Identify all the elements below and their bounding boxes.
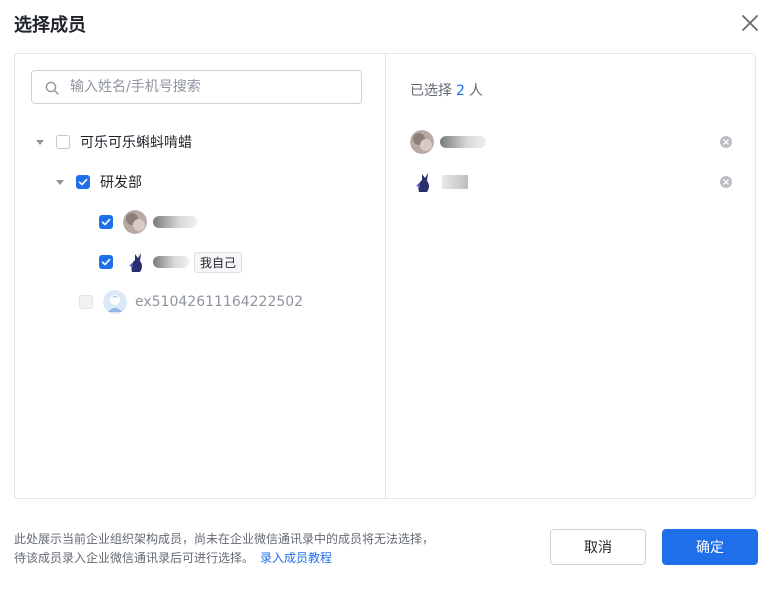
selected-name-redacted [442,175,468,189]
external-member-name: ex51042611164222502 [135,294,304,310]
selected-name-redacted [440,136,486,148]
member-checkbox[interactable] [99,215,113,229]
footer-note-line2: 待该成员录入企业微信通讯录后可进行选择。 [14,551,255,565]
avatar [410,170,434,194]
self-tag: 我自己 [194,251,243,273]
selected-item [410,130,486,154]
tree-row-dept: 研发部 [56,170,142,194]
member-checkbox[interactable] [99,255,113,269]
search-icon [45,81,59,95]
member-checkbox-disabled [79,295,93,309]
panel-divider [385,54,386,499]
avatar [410,130,434,154]
footer-note: 此处展示当前企业组织架构成员，尚未在企业微信通讯录中的成员将无法选择， 待该成员… [14,530,434,568]
footer-note-line1: 此处展示当前企业组织架构成员，尚未在企业微信通讯录中的成员将无法选择， [14,532,435,546]
member-name-redacted [153,216,197,228]
tutorial-link[interactable]: 录入成员教程 [260,551,332,565]
member-row [99,210,197,234]
dialog-title: 选择成员 [14,15,86,36]
confirm-button[interactable]: 确定 [662,529,758,565]
avatar [123,210,147,234]
remove-icon[interactable] [719,174,733,188]
avatar [123,250,147,274]
org-checkbox[interactable] [56,135,70,149]
remove-icon[interactable] [719,134,733,148]
member-row: 我自己 [99,250,243,274]
selected-count: 已选择 2 人 [410,80,483,100]
dept-checkbox[interactable] [76,175,90,189]
member-name-redacted [153,256,189,268]
selected-number: 2 [456,83,465,99]
selected-prefix: 已选择 [410,83,452,99]
selected-item [410,170,468,194]
avatar [103,290,127,314]
caret-down-icon[interactable] [36,139,44,145]
search-box[interactable] [31,70,362,104]
member-row-disabled: ex51042611164222502 [79,290,303,314]
search-input[interactable] [70,71,350,103]
cancel-button[interactable]: 取消 [550,529,646,565]
tree-row-org: 可乐可乐蝌蚪啃蜡 [36,130,192,154]
caret-down-icon[interactable] [56,179,64,185]
dept-name: 研发部 [100,175,142,191]
selected-suffix: 人 [468,83,483,99]
org-name: 可乐可乐蝌蚪啃蜡 [80,135,192,151]
close-icon[interactable] [739,12,761,34]
